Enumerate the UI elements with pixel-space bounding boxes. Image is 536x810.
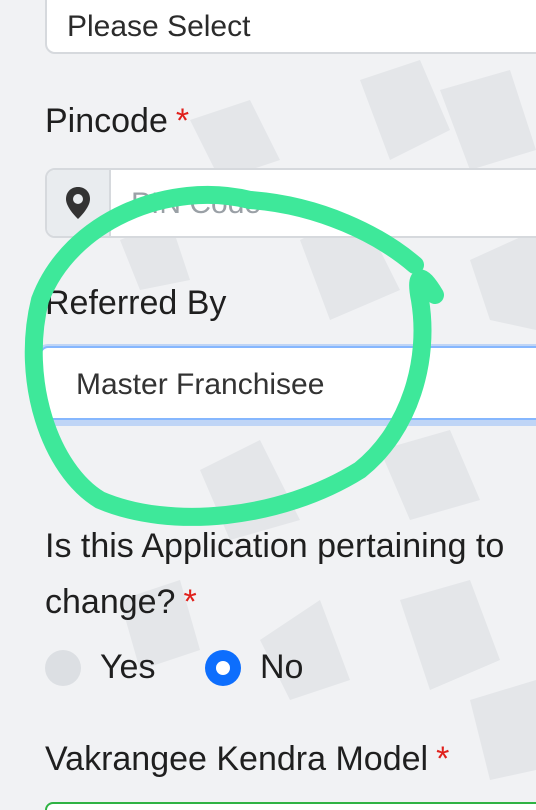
pincode-label: Pincode *	[45, 102, 189, 141]
application-question-line2: change?	[45, 583, 176, 621]
pincode-required-mark: *	[175, 102, 190, 140]
form-page: Please Select Pincode* Referred By Maste…	[0, 0, 536, 810]
pincode-input-group	[45, 168, 536, 238]
referred-by-label: Referred By	[45, 284, 227, 322]
state-select[interactable]: Please Select	[45, 0, 536, 54]
kendra-model-label: Vakrangee Kendra Model *	[45, 740, 449, 779]
radio-no-label[interactable]: No	[260, 648, 303, 687]
radio-yes-label[interactable]: Yes	[100, 648, 155, 687]
application-question-line2-wrap: change? *	[45, 574, 536, 630]
kendra-required-mark: *	[436, 740, 450, 778]
pincode-input[interactable]	[113, 170, 536, 236]
state-select-value: Please Select	[67, 10, 251, 43]
map-pin-icon	[47, 170, 111, 236]
application-question: Is this Application pertaining to change…	[45, 518, 536, 630]
pincode-label-text: Pincode	[45, 102, 168, 140]
referred-by-input[interactable]: Master Franchisee	[40, 346, 536, 420]
radio-yes[interactable]	[45, 650, 81, 686]
referred-by-value: Master Franchisee	[76, 368, 325, 401]
kendra-model-label-text: Vakrangee Kendra Model	[45, 740, 429, 778]
question-required-mark: *	[183, 583, 197, 621]
radio-no[interactable]	[205, 650, 241, 686]
kendra-model-select[interactable]	[45, 802, 536, 810]
form-content: Please Select Pincode* Referred By Maste…	[0, 0, 536, 810]
application-question-line1: Is this Application pertaining to	[45, 527, 505, 565]
